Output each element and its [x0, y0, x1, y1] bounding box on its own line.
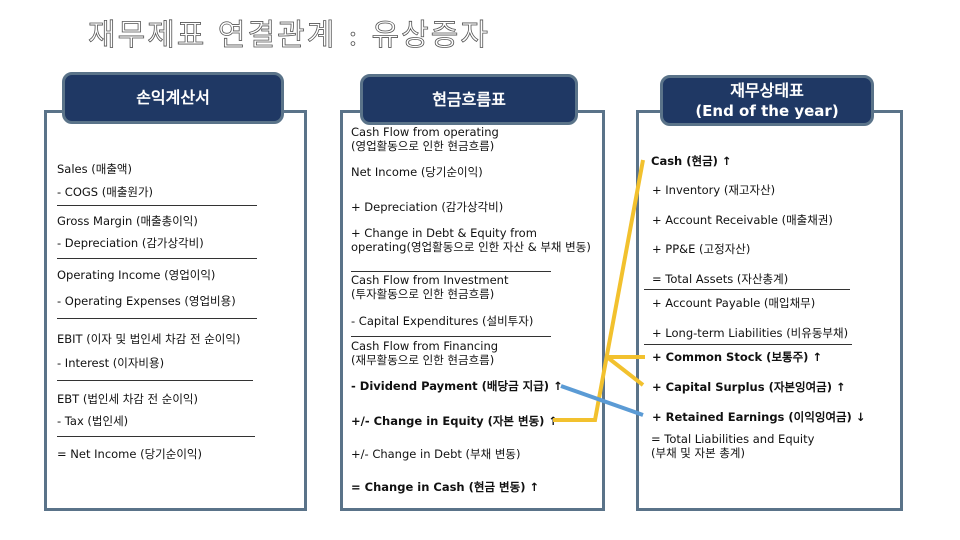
connector-lines — [553, 159, 645, 422]
capital-surplus-link-line — [605, 355, 645, 387]
equity-link-line — [553, 159, 645, 422]
